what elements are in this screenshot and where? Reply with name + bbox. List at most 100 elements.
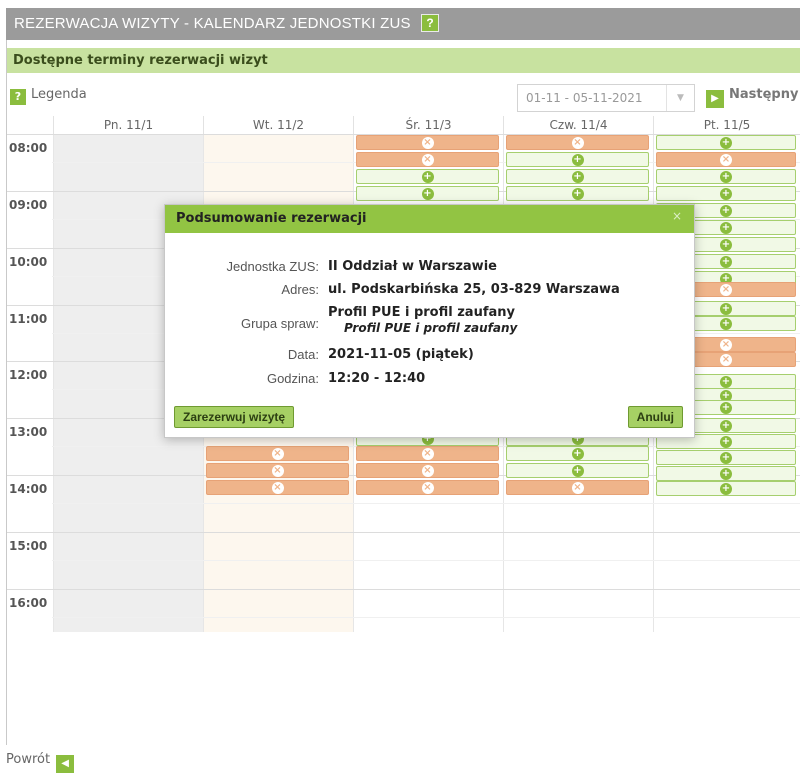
- x-circle-icon: ×: [421, 448, 434, 460]
- plus-circle-icon: +: [720, 205, 732, 217]
- available-slot[interactable]: +: [506, 186, 649, 201]
- hour-label: 08:00: [9, 141, 48, 155]
- booked-slot: ×: [206, 480, 349, 495]
- time-value: 12:20 - 12:40: [328, 371, 426, 386]
- plus-circle-icon: +: [571, 465, 584, 477]
- x-circle-icon: ×: [571, 482, 584, 494]
- available-slot[interactable]: +: [356, 186, 499, 201]
- next-label: Następny: [729, 87, 799, 102]
- available-slot[interactable]: +: [656, 169, 796, 184]
- plus-circle-icon: +: [720, 402, 732, 414]
- plus-circle-icon: +: [720, 171, 732, 183]
- half-hour-divider: [52, 503, 800, 504]
- x-circle-icon: ×: [421, 465, 434, 477]
- hour-label: 14:00: [9, 482, 48, 496]
- group-subvalue: Profil PUE i profil zaufany: [344, 321, 518, 335]
- back-label: Powrót: [6, 752, 51, 767]
- hour-label: 13:00: [9, 425, 48, 439]
- plus-circle-icon: +: [720, 483, 732, 495]
- x-circle-icon: ×: [271, 465, 284, 477]
- hour-label: 16:00: [9, 596, 48, 610]
- legend-link[interactable]: ? Legenda: [10, 87, 87, 105]
- plus-circle-icon: +: [720, 256, 732, 268]
- group-label: Grupa spraw:: [240, 316, 319, 331]
- hour-label: 15:00: [9, 539, 48, 553]
- x-circle-icon: ×: [421, 137, 434, 149]
- x-circle-icon: ×: [271, 482, 284, 494]
- back-link[interactable]: Powrót ◀: [6, 752, 75, 773]
- close-icon[interactable]: ×: [672, 209, 682, 223]
- plus-circle-icon: +: [421, 188, 434, 200]
- plus-circle-icon: +: [720, 303, 732, 315]
- available-slot[interactable]: +: [656, 450, 796, 465]
- date-label: Data:: [287, 347, 319, 362]
- booked-slot: ×: [356, 480, 499, 495]
- plus-circle-icon: +: [720, 318, 732, 330]
- group-value: Profil PUE i profil zaufany: [328, 305, 515, 320]
- booked-slot: ×: [506, 480, 649, 495]
- plus-circle-icon: +: [421, 171, 434, 183]
- page-header: REZERWACJA WIZYTY - KALENDARZ JEDNOSTKI …: [6, 8, 800, 40]
- booked-slot: ×: [356, 135, 499, 150]
- available-slot[interactable]: +: [356, 169, 499, 184]
- page-title: REZERWACJA WIZYTY - KALENDARZ JEDNOSTKI …: [14, 15, 411, 32]
- dialog-title: Podsumowanie rezerwacji: [165, 205, 694, 233]
- x-circle-icon: ×: [720, 284, 732, 296]
- x-circle-icon: ×: [720, 339, 732, 351]
- x-circle-icon: ×: [421, 154, 434, 166]
- plus-circle-icon: +: [571, 171, 584, 183]
- available-slot[interactable]: +: [656, 481, 796, 496]
- booked-slot: ×: [206, 446, 349, 461]
- half-hour-divider: [52, 560, 800, 561]
- available-slot[interactable]: +: [656, 135, 796, 150]
- available-slot[interactable]: +: [656, 186, 796, 201]
- available-slot[interactable]: +: [656, 466, 796, 481]
- day-header: Pt. 11/5: [653, 116, 800, 134]
- arrow-right-icon: ▶: [706, 90, 724, 108]
- half-hour-divider: [52, 617, 800, 618]
- available-slot[interactable]: +: [506, 169, 649, 184]
- day-header: Czw. 11/4: [503, 116, 653, 134]
- booked-slot: ×: [356, 152, 499, 167]
- plus-circle-icon: +: [720, 222, 732, 234]
- day-header: Pn. 11/1: [53, 116, 203, 134]
- reserve-button[interactable]: Zarezerwuj wizytę: [174, 406, 295, 428]
- section-title: Dostępne terminy rezerwacji wizyt: [7, 48, 800, 73]
- booked-slot: ×: [206, 463, 349, 478]
- unit-value: II Oddział w Warszawie: [328, 259, 497, 274]
- day-header: Wt. 11/2: [203, 116, 353, 134]
- time-label: Godzina:: [266, 371, 319, 386]
- date-range-value: 01-11 - 05-11-2021: [526, 91, 643, 105]
- day-header: Śr. 11/3: [353, 116, 503, 134]
- chevron-down-icon[interactable]: ▼: [666, 85, 694, 111]
- booked-slot: ×: [506, 135, 649, 150]
- hour-label: 12:00: [9, 368, 48, 382]
- date-value: 2021-11-05 (piątek): [328, 347, 474, 362]
- plus-circle-icon: +: [720, 188, 732, 200]
- available-slot[interactable]: +: [506, 152, 649, 167]
- plus-circle-icon: +: [720, 468, 732, 480]
- next-week-button[interactable]: ▶ Następny: [706, 87, 798, 108]
- booked-slot: ×: [356, 463, 499, 478]
- hour-divider: [7, 532, 800, 533]
- booked-slot: ×: [356, 446, 499, 461]
- plus-circle-icon: +: [571, 188, 584, 200]
- plus-circle-icon: +: [720, 376, 732, 388]
- plus-circle-icon: +: [720, 239, 732, 251]
- cancel-button[interactable]: Anuluj: [627, 406, 683, 428]
- address-label: Adres:: [281, 282, 319, 297]
- hour-label: 09:00: [9, 198, 48, 212]
- legend-label: Legenda: [31, 87, 87, 102]
- arrow-left-icon: ◀: [56, 755, 75, 773]
- available-slot[interactable]: +: [506, 463, 649, 478]
- plus-circle-icon: +: [571, 448, 584, 460]
- available-slot[interactable]: +: [506, 446, 649, 461]
- date-range-select[interactable]: 01-11 - 05-11-2021 ▼: [517, 84, 695, 112]
- help-icon: ?: [10, 89, 26, 105]
- x-circle-icon: ×: [720, 354, 732, 366]
- x-circle-icon: ×: [571, 137, 584, 149]
- help-icon[interactable]: ?: [421, 14, 440, 32]
- address-value: ul. Podskarbińska 25, 03-829 Warszawa: [328, 282, 620, 297]
- plus-circle-icon: +: [720, 452, 732, 464]
- x-circle-icon: ×: [720, 154, 732, 166]
